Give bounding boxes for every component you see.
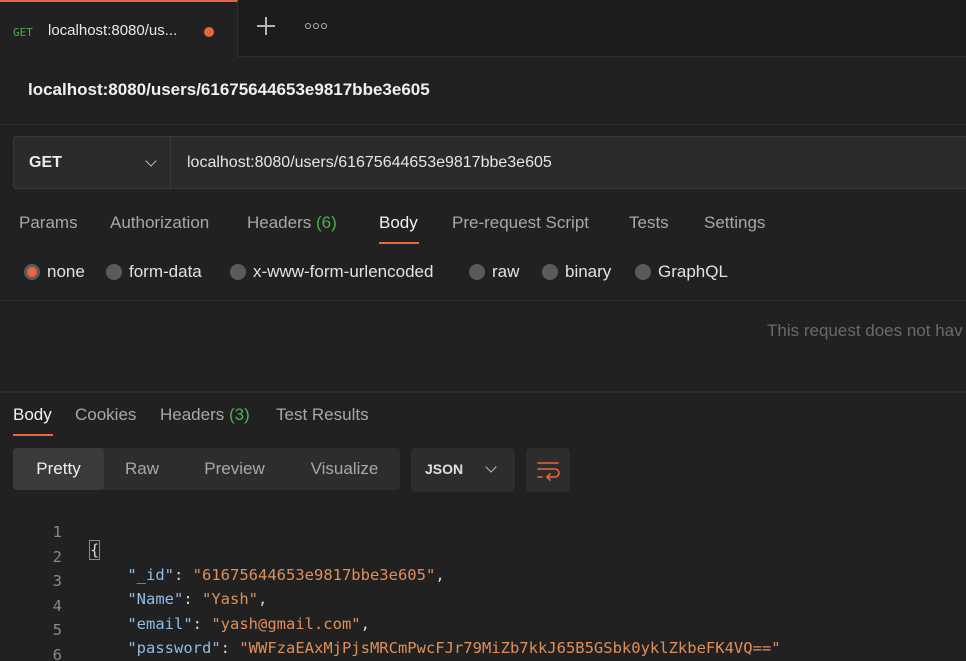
tab-authorization[interactable]: Authorization xyxy=(110,213,209,233)
tab-method: GET xyxy=(13,26,33,39)
wrap-lines-icon xyxy=(537,462,560,481)
radio-none[interactable]: none xyxy=(24,262,85,282)
radio-icon xyxy=(106,264,122,280)
tab-tests[interactable]: Tests xyxy=(629,213,669,233)
method-label: GET xyxy=(29,154,62,171)
view-pretty[interactable]: Pretty xyxy=(13,448,104,490)
response-tab-test-results[interactable]: Test Results xyxy=(276,405,369,425)
request-title[interactable]: localhost:8080/users/61675644653e9817bbe… xyxy=(28,80,430,100)
radio-icon xyxy=(635,264,651,280)
radio-icon xyxy=(542,264,558,280)
response-tab-cookies[interactable]: Cookies xyxy=(75,405,136,425)
tab-pre-request-script[interactable]: Pre-request Script xyxy=(452,213,589,233)
tab-body[interactable]: Body xyxy=(379,213,418,233)
view-preview[interactable]: Preview xyxy=(180,448,289,490)
chevron-down-icon xyxy=(485,461,497,473)
view-visualize[interactable]: Visualize xyxy=(289,448,400,490)
response-tab-headers[interactable]: Headers (3) xyxy=(160,405,250,425)
radio-x-www-form-urlencoded[interactable]: x-www-form-urlencoded xyxy=(230,262,433,282)
wrap-lines-button[interactable] xyxy=(526,448,570,492)
tab-bar: GET localhost:8080/us... xyxy=(0,0,966,57)
radio-icon xyxy=(230,264,246,280)
more-icon[interactable] xyxy=(305,23,327,29)
view-mode-selector: Pretty Raw Preview Visualize xyxy=(13,448,400,490)
pane-divider[interactable] xyxy=(0,391,966,393)
radio-raw[interactable]: raw xyxy=(469,262,519,282)
code-line: 5 "password": "WWFzaEAxMjPjsMRCmPwcFJr79… xyxy=(52,621,781,658)
tab-params[interactable]: Params xyxy=(19,213,78,233)
radio-form-data[interactable]: form-data xyxy=(106,262,202,282)
url-value: localhost:8080/users/61675644653e9817bbe… xyxy=(187,154,552,171)
tab-headers[interactable]: Headers (6) xyxy=(247,213,337,233)
request-tab[interactable]: GET localhost:8080/us... xyxy=(0,0,238,57)
radio-graphql[interactable]: GraphQL xyxy=(635,262,728,282)
view-raw[interactable]: Raw xyxy=(104,448,180,490)
radio-icon xyxy=(469,264,485,280)
empty-body-message: This request does not hav xyxy=(767,321,963,340)
tab-settings[interactable]: Settings xyxy=(704,213,765,233)
active-tab-indicator xyxy=(379,242,419,244)
code-line: 6 } xyxy=(52,646,62,661)
tab-title: localhost:8080/us... xyxy=(48,22,178,39)
headers-count: (3) xyxy=(229,405,250,424)
unsaved-dot-icon xyxy=(204,27,214,37)
code-line: 3 "Name": "Yash", xyxy=(52,572,268,609)
chevron-down-icon xyxy=(145,155,157,167)
radio-selected-icon xyxy=(24,264,40,280)
format-label: JSON xyxy=(425,461,464,477)
radio-binary[interactable]: binary xyxy=(542,262,611,282)
plus-icon[interactable] xyxy=(254,14,278,38)
method-select[interactable]: GET xyxy=(13,136,171,189)
code-line: 2 "_id": "61675644653e9817bbe3e605", xyxy=(52,547,445,584)
headers-count: (6) xyxy=(316,213,337,232)
code-line: 1 { xyxy=(52,523,101,560)
code-line: 4 "email": "yash@gmail.com", xyxy=(52,596,370,633)
active-tab-indicator xyxy=(13,434,53,436)
format-select[interactable]: JSON xyxy=(411,448,515,492)
divider xyxy=(0,124,966,125)
url-input[interactable]: localhost:8080/users/61675644653e9817bbe… xyxy=(171,136,966,189)
response-tab-body[interactable]: Body xyxy=(13,405,52,425)
divider xyxy=(0,300,966,301)
